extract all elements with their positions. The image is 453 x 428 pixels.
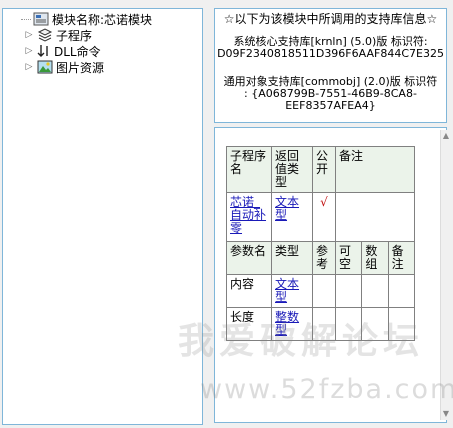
- module-tree-panel: 模块名称:芯诺模块 ▷ 子程序 ▷ DLL命令 ▷ 图片资源: [2, 8, 203, 425]
- tree-item-dll-commands[interactable]: ▷ DLL命令: [25, 43, 101, 59]
- table-header-cell: 可空: [334, 241, 363, 275]
- param-type[interactable]: 文本型: [271, 274, 313, 308]
- param-ref: [312, 274, 336, 308]
- param-note: [387, 307, 416, 341]
- table-header-cell: 子程序名: [226, 146, 272, 193]
- scroll-down-icon[interactable]: ▼: [442, 410, 450, 418]
- param-type-link[interactable]: 文本型: [275, 277, 299, 304]
- param-type-link[interactable]: 整数型: [275, 310, 299, 337]
- scroll-up-icon[interactable]: ▲: [442, 132, 450, 140]
- table-header-cell: 数组: [361, 241, 389, 275]
- table-header-cell: 返回值类型: [271, 146, 313, 193]
- tree-connector-icon: [21, 18, 31, 20]
- param-array: [361, 307, 389, 341]
- subroutine-name-link[interactable]: 芯诺_自动补零: [230, 195, 266, 235]
- return-type-link[interactable]: 文本型: [275, 195, 299, 222]
- tree-item-module[interactable]: 模块名称:芯诺模块: [21, 11, 152, 27]
- table-header-cell: 备注: [387, 241, 416, 275]
- subroutine-icon: [37, 28, 53, 42]
- param-header-row: 参数名 类型 参考 可空 数组 备注: [226, 241, 416, 275]
- tree-item-label: DLL命令: [54, 44, 101, 59]
- expand-arrow-icon[interactable]: ▷: [25, 47, 33, 56]
- vertical-scrollbar[interactable]: ▲ ▼: [440, 130, 451, 420]
- module-icon: [33, 12, 49, 26]
- tree-item-label: 子程序: [56, 28, 93, 43]
- table-header-row: 子程序名 返回值类型 公开 备注: [226, 146, 415, 193]
- param-nullable: [334, 274, 363, 308]
- core-library-id: D09F2340818511D396F6AAF844C7E325: [217, 47, 444, 60]
- param-name: 长度: [226, 307, 272, 341]
- param-nullable: [334, 307, 363, 341]
- table-header-cell: 公开: [312, 146, 336, 193]
- support-library-info-panel: ☆以下为该模块中所调用的支持库信息☆ 系统核心支持库[krnln] (5.0)版…: [214, 8, 447, 123]
- param-note: [387, 274, 416, 308]
- param-ref: [312, 307, 336, 341]
- subroutine-name[interactable]: 芯诺_自动补零: [226, 192, 272, 242]
- table-header-cell: 备注: [335, 146, 415, 193]
- param-name: 内容: [226, 274, 272, 308]
- table-row: 内容 文本型: [226, 274, 416, 308]
- param-array: [361, 274, 389, 308]
- return-type[interactable]: 文本型: [271, 192, 313, 242]
- expand-arrow-icon[interactable]: ▷: [25, 31, 33, 40]
- object-library-id-cont: EEF8357AFEA4}: [285, 99, 376, 112]
- subroutine-doc-panel: 子程序名 返回值类型 公开 备注 芯诺_自动补零 文本型 √ 参数名 类型 参考…: [214, 127, 447, 423]
- tree-item-label: 模块名称:芯诺模块: [52, 12, 153, 27]
- table-header-cell: 参数名: [226, 241, 272, 275]
- tree-item-image-resources[interactable]: ▷ 图片资源: [25, 59, 104, 75]
- subroutine-table: 子程序名 返回值类型 公开 备注 芯诺_自动补零 文本型 √ 参数名 类型 参考…: [226, 146, 416, 341]
- tree-item-subroutines[interactable]: ▷ 子程序: [25, 27, 92, 43]
- table-row: 芯诺_自动补零 文本型 √: [226, 192, 415, 242]
- note-cell: [335, 192, 415, 242]
- dll-command-icon: [37, 45, 48, 57]
- image-resource-icon: [37, 60, 53, 74]
- info-title: ☆以下为该模块中所调用的支持库信息☆: [223, 12, 438, 26]
- expand-arrow-icon[interactable]: ▷: [25, 63, 33, 72]
- public-check: √: [312, 192, 336, 242]
- param-type[interactable]: 整数型: [271, 307, 313, 341]
- tree-item-label: 图片资源: [56, 60, 105, 75]
- table-row: 长度 整数型: [226, 307, 416, 341]
- table-header-cell: 参考: [312, 241, 336, 275]
- table-header-cell: 类型: [271, 241, 313, 275]
